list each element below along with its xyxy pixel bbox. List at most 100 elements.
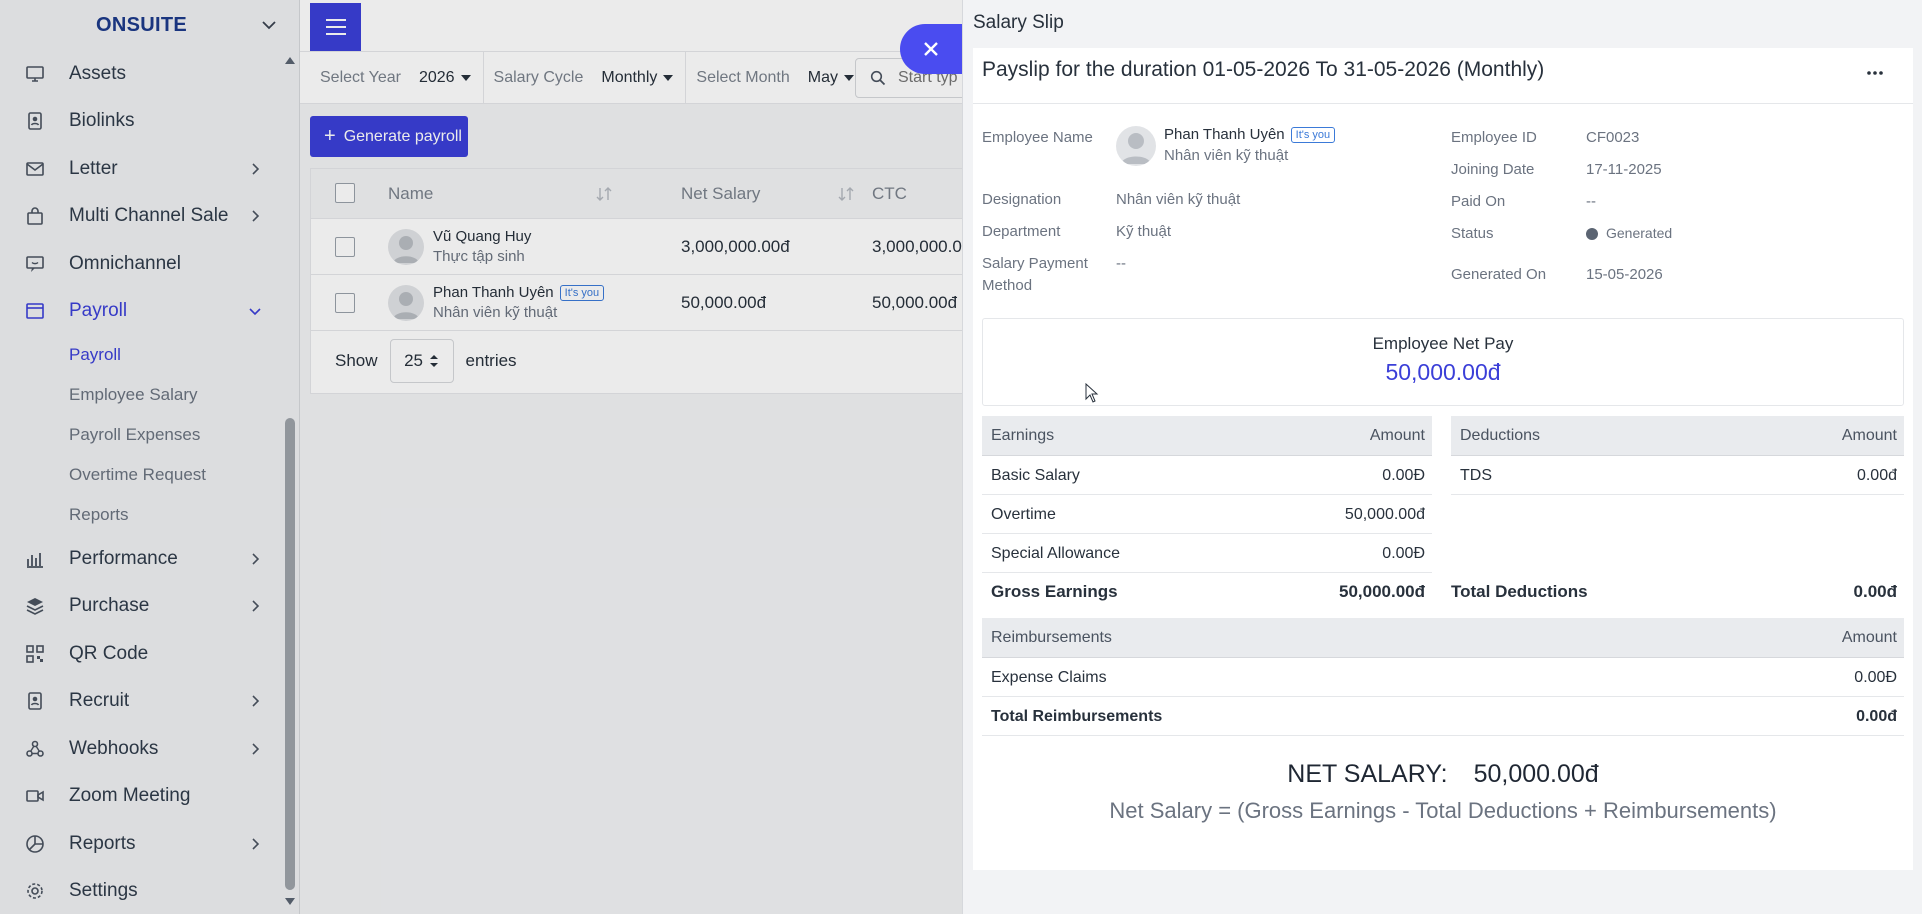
- sub-item-employee-salary[interactable]: Employee Salary: [0, 375, 284, 415]
- sidebar-item-label: Multi Channel Sale: [69, 205, 229, 227]
- id-badge-icon: [28, 692, 42, 711]
- chevron-right-icon: [252, 838, 260, 850]
- status-label: Status: [1451, 225, 1494, 242]
- table-row: TDS 0.00đ: [1451, 456, 1904, 495]
- total-reimbursements-label: Total Reimbursements: [991, 708, 1163, 725]
- earning-label: Special Allowance: [991, 545, 1120, 562]
- entries-label: entries: [465, 351, 517, 370]
- close-icon: [924, 42, 938, 56]
- payslip-card: Payslip for the duration 01-05-2026 To 3…: [973, 48, 1913, 870]
- layers-icon: [26, 598, 44, 616]
- sidebar-scroll-thumb[interactable]: [285, 418, 295, 890]
- net-salary-cell: 50,000.00đ: [681, 293, 767, 312]
- earning-amount: 50,000.00đ: [1344, 506, 1425, 523]
- sidebar-item-biolinks[interactable]: Biolinks: [0, 98, 284, 146]
- sidebar-item-performance[interactable]: Performance: [0, 535, 284, 583]
- month-select[interactable]: May: [808, 69, 855, 87]
- gear-icon: [27, 883, 43, 900]
- paid-on-label: Paid On: [1451, 193, 1506, 210]
- table-row: Gross Earnings 50,000.00đ: [982, 573, 1432, 612]
- chevron-right-icon: [252, 743, 260, 755]
- sidebar-item-purchase[interactable]: Purchase: [0, 583, 284, 631]
- sidebar-item-letter[interactable]: Letter: [0, 145, 284, 193]
- table-row: Total Deductions 0.00đ: [1451, 573, 1904, 612]
- net-salary-summary: NET SALARY: 50,000.00đ: [973, 760, 1913, 789]
- column-header-name[interactable]: Name: [388, 184, 433, 204]
- avatar: [388, 229, 424, 265]
- gross-earnings-label: Gross Earnings: [991, 582, 1118, 601]
- video-camera-icon: [26, 790, 44, 803]
- amount-header: Amount: [1841, 629, 1897, 646]
- sidebar-item-recruit[interactable]: Recruit: [0, 678, 284, 726]
- column-header-ctc[interactable]: CTC: [872, 184, 907, 204]
- sidebar-item-settings[interactable]: Settings: [0, 868, 284, 914]
- sidebar-item-reports[interactable]: Reports: [0, 820, 284, 868]
- scroll-down-arrow-icon[interactable]: [284, 896, 296, 908]
- filter-divider: [685, 51, 687, 104]
- table-row[interactable]: Vũ Quang Huy Thực tập sinh 3,000,000.00đ…: [311, 219, 962, 275]
- close-drawer-button[interactable]: [900, 24, 962, 74]
- column-header-net-salary[interactable]: Net Salary: [681, 184, 760, 204]
- hamburger-menu-button[interactable]: [310, 3, 361, 51]
- table-row[interactable]: Phan Thanh Uyên It's you Nhân viên kỹ thu…: [311, 275, 962, 331]
- sidebar-item-label: Biolinks: [69, 110, 135, 132]
- sub-item-payroll[interactable]: Payroll: [0, 335, 284, 375]
- search-icon: [870, 70, 886, 86]
- net-pay-box: Employee Net Pay 50,000.00đ: [982, 318, 1904, 406]
- sidebar-item-label: Purchase: [69, 595, 150, 617]
- sidebar-item-label: Omnichannel: [69, 252, 181, 274]
- sub-item-reports[interactable]: Reports: [0, 495, 284, 535]
- sidebar-item-label: Assets: [69, 62, 127, 84]
- table-header: Reimbursements Amount: [982, 618, 1904, 658]
- sort-icon[interactable]: [595, 185, 613, 203]
- pie-chart-icon: [26, 834, 44, 853]
- reimbursements-header: Reimbursements: [991, 629, 1112, 646]
- year-value: 2026: [418, 68, 455, 86]
- sidebar-menu: Assets Biolinks Letter Multi Channel Sal…: [0, 50, 284, 914]
- updown-caret-icon: [429, 355, 438, 367]
- sidebar-item-webhooks[interactable]: Webhooks: [0, 725, 284, 773]
- chevron-right-icon: [252, 553, 260, 565]
- sidebar-item-qr-code[interactable]: QR Code: [0, 630, 284, 678]
- sidebar-item-payroll[interactable]: Payroll: [0, 288, 284, 336]
- table-row: Expense Claims 0.00Đ: [982, 658, 1904, 697]
- total-deductions-value: 0.00đ: [1853, 582, 1897, 601]
- sidebar-item-multi-channel-sale[interactable]: Multi Channel Sale: [0, 193, 284, 241]
- sidebar-item-label: Zoom Meeting: [69, 785, 191, 807]
- payslip-title: Payslip for the duration 01-05-2026 To 3…: [982, 58, 1545, 81]
- sidebar-item-zoom-meeting[interactable]: Zoom Meeting: [0, 773, 284, 821]
- topbar: [300, 0, 962, 52]
- earnings-header: Earnings: [991, 427, 1055, 444]
- earnings-table: Earnings Amount Basic Salary 0.00Đ Overt…: [982, 416, 1432, 608]
- generate-payroll-button[interactable]: + Generate payroll: [310, 116, 468, 157]
- user-silhouette-icon: [1121, 133, 1151, 164]
- caret-down-icon: [844, 74, 855, 81]
- net-salary-value: 50,000.00đ: [1473, 760, 1599, 788]
- shopping-bag-icon: [27, 207, 43, 226]
- entries-select[interactable]: 25: [389, 339, 454, 383]
- deduction-amount: 0.00đ: [1856, 467, 1897, 484]
- employee-name[interactable]: Phan Thanh Uyên: [433, 284, 554, 301]
- sub-item-payroll-expenses[interactable]: Payroll Expenses: [0, 415, 284, 455]
- net-salary-formula: Net Salary = (Gross Earnings - Total Ded…: [1109, 798, 1777, 823]
- chevron-down-icon[interactable]: [260, 16, 278, 34]
- sort-icon[interactable]: [837, 185, 855, 203]
- select-all-checkbox[interactable]: [335, 183, 355, 203]
- payroll-submenu: Payroll Employee Salary Payroll Expenses…: [0, 335, 284, 535]
- year-select[interactable]: 2026: [419, 69, 471, 87]
- scroll-up-arrow-icon[interactable]: [284, 54, 296, 66]
- sub-item-overtime-request[interactable]: Overtime Request: [0, 455, 284, 495]
- chevron-down-icon: [249, 308, 261, 316]
- caret-down-icon: [663, 74, 674, 81]
- row-checkbox[interactable]: [335, 237, 355, 257]
- employee-name-wrap: Phan Thanh Uyên It's you: [1164, 126, 1336, 144]
- employee-name[interactable]: Vũ Quang Huy: [433, 228, 531, 245]
- more-options-icon[interactable]: [1865, 68, 1885, 78]
- cycle-select[interactable]: Monthly: [601, 69, 674, 87]
- sidebar-item-omnichannel[interactable]: Omnichannel: [0, 240, 284, 288]
- row-checkbox[interactable]: [335, 293, 355, 313]
- joining-date-value: 17-11-2025: [1586, 161, 1662, 178]
- sidebar-item-assets[interactable]: Assets: [0, 50, 284, 98]
- brand-header[interactable]: ONSUITE: [0, 0, 299, 52]
- browser-window-icon: [26, 303, 44, 320]
